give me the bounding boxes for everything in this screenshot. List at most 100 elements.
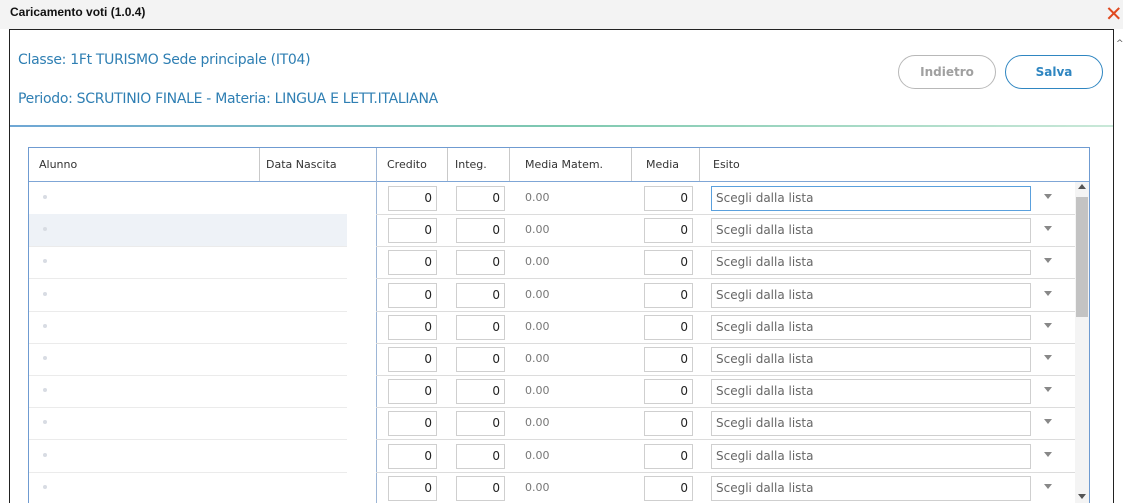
col-header-media-matem[interactable]: Media Matem. [525,148,603,181]
student-name-redacted [43,291,47,296]
media-matem-value: 0.00 [525,352,550,365]
student-cell[interactable] [29,311,347,343]
col-header-credito[interactable]: Credito [387,148,427,181]
chevron-down-icon[interactable] [1044,355,1052,360]
media-input[interactable]: 0 [644,314,693,340]
esito-select[interactable]: Scegli dalla lista [711,314,1031,340]
chevron-down-icon[interactable] [1044,451,1052,457]
col-header-media[interactable]: Media [646,148,679,181]
credito-input[interactable]: 0 [388,186,437,211]
media-input[interactable]: 0 [644,443,693,469]
student-cell[interactable] [29,472,347,503]
grades-table: Alunno Data Nascita Credito Integ. Media… [28,147,1090,503]
student-cell[interactable] [29,440,347,472]
media-matem-value: 0.00 [525,255,550,269]
student-cell[interactable] [29,182,347,214]
close-icon[interactable]: ✕ [1105,4,1123,25]
chevron-down-icon[interactable] [1044,258,1052,264]
back-button[interactable]: Indietro [898,55,996,89]
esito-select[interactable]: Scegli dalla lista [711,379,1031,405]
credito-input[interactable]: 0 [388,411,437,437]
student-cell[interactable] [29,375,347,407]
student-cell[interactable] [29,343,347,375]
scroll-thumb[interactable] [1076,197,1088,317]
chevron-down-icon[interactable] [1044,290,1052,296]
media-matem-value: 0.00 [525,384,550,398]
chevron-down-icon[interactable] [1044,387,1052,393]
credito-input[interactable]: 0 [388,347,437,372]
media-input[interactable]: 0 [644,186,693,211]
media-input[interactable]: 0 [644,250,693,276]
chevron-down-icon[interactable] [1044,226,1052,232]
table-row[interactable]: 0 0 0.00 0 Scegli dalla lista [29,279,1075,312]
integ-input[interactable]: 0 [456,218,505,244]
scroll-up-icon[interactable] [1078,184,1086,189]
table-row[interactable]: 0 0 0.00 0 Scegli dalla lista [29,214,1075,248]
integ-input[interactable]: 0 [456,443,505,469]
student-cell[interactable] [29,279,347,311]
integ-input[interactable]: 0 [456,250,505,276]
chevron-down-icon[interactable] [1044,419,1052,425]
integ-input[interactable]: 0 [456,411,505,437]
student-cell[interactable] [29,214,347,247]
student-cell[interactable] [29,407,347,439]
credito-input[interactable]: 0 [388,250,437,276]
table-row[interactable]: 0 0 0.00 0 Scegli dalla lista [29,182,1075,215]
credito-input[interactable]: 0 [388,475,437,501]
table-row[interactable]: 0 0 0.00 0 Scegli dalla lista [29,440,1075,473]
media-input[interactable]: 0 [644,282,693,308]
media-matem-value: 0.00 [525,448,550,462]
esito-select[interactable]: Scegli dalla lista [711,186,1031,211]
esito-select[interactable]: Scegli dalla lista [711,475,1031,501]
media-input[interactable]: 0 [644,347,693,372]
table-row[interactable]: 0 0 0.00 0 Scegli dalla lista [29,375,1075,409]
credito-input[interactable]: 0 [388,282,437,308]
integ-input[interactable]: 0 [456,314,505,340]
table-row[interactable]: 0 0 0.00 0 Scegli dalla lista [29,246,1075,280]
table-row[interactable]: 0 0 0.00 0 Scegli dalla lista [29,472,1075,503]
student-cell[interactable] [29,246,347,278]
student-name-redacted [43,420,47,425]
integ-input[interactable]: 0 [456,282,505,308]
esito-select[interactable]: Scegli dalla lista [711,347,1031,372]
scroll-down-icon[interactable] [1078,494,1086,499]
student-name-redacted [43,227,47,232]
chevron-down-icon[interactable] [1044,483,1052,489]
integ-input[interactable]: 0 [456,186,505,211]
media-input[interactable]: 0 [644,475,693,501]
outer-scrollbar[interactable]: ^ [1114,29,1123,503]
table-row[interactable]: 0 0 0.00 0 Scegli dalla lista [29,407,1075,441]
credito-input[interactable]: 0 [388,218,437,244]
esito-select[interactable]: Scegli dalla lista [711,443,1031,469]
save-button[interactable]: Salva [1005,55,1103,89]
esito-select[interactable]: Scegli dalla lista [711,282,1031,308]
table-row[interactable]: 0 0 0.00 0 Scegli dalla lista [29,311,1075,344]
header-separator [10,125,1113,127]
esito-select[interactable]: Scegli dalla lista [711,218,1031,244]
chevron-down-icon[interactable] [1044,194,1052,199]
col-divider [631,148,632,181]
integ-input[interactable]: 0 [456,379,505,405]
media-input[interactable]: 0 [644,379,693,405]
scroll-up-icon[interactable]: ^ [1116,39,1123,49]
media-input[interactable]: 0 [644,411,693,437]
col-header-integ[interactable]: Integ. [455,148,487,181]
col-header-esito[interactable]: Esito [713,148,740,181]
esito-select[interactable]: Scegli dalla lista [711,250,1031,276]
media-input[interactable]: 0 [644,218,693,244]
table-row[interactable]: 0 0 0.00 0 Scegli dalla lista [29,343,1075,376]
integ-input[interactable]: 0 [456,475,505,501]
media-matem-value: 0.00 [525,287,550,301]
esito-select[interactable]: Scegli dalla lista [711,411,1031,437]
student-name-redacted [43,195,47,199]
chevron-down-icon[interactable] [1044,322,1052,328]
col-divider [259,148,260,181]
credito-input[interactable]: 0 [388,314,437,340]
credito-input[interactable]: 0 [388,443,437,469]
integ-input[interactable]: 0 [456,347,505,372]
col-header-data-nascita[interactable]: Data Nascita [266,148,337,181]
periodo-info: Periodo: SCRUTINIO FINALE - Materia: LIN… [18,91,438,107]
credito-input[interactable]: 0 [388,379,437,405]
col-header-alunno[interactable]: Alunno [39,148,77,181]
table-scrollbar[interactable] [1075,182,1089,503]
